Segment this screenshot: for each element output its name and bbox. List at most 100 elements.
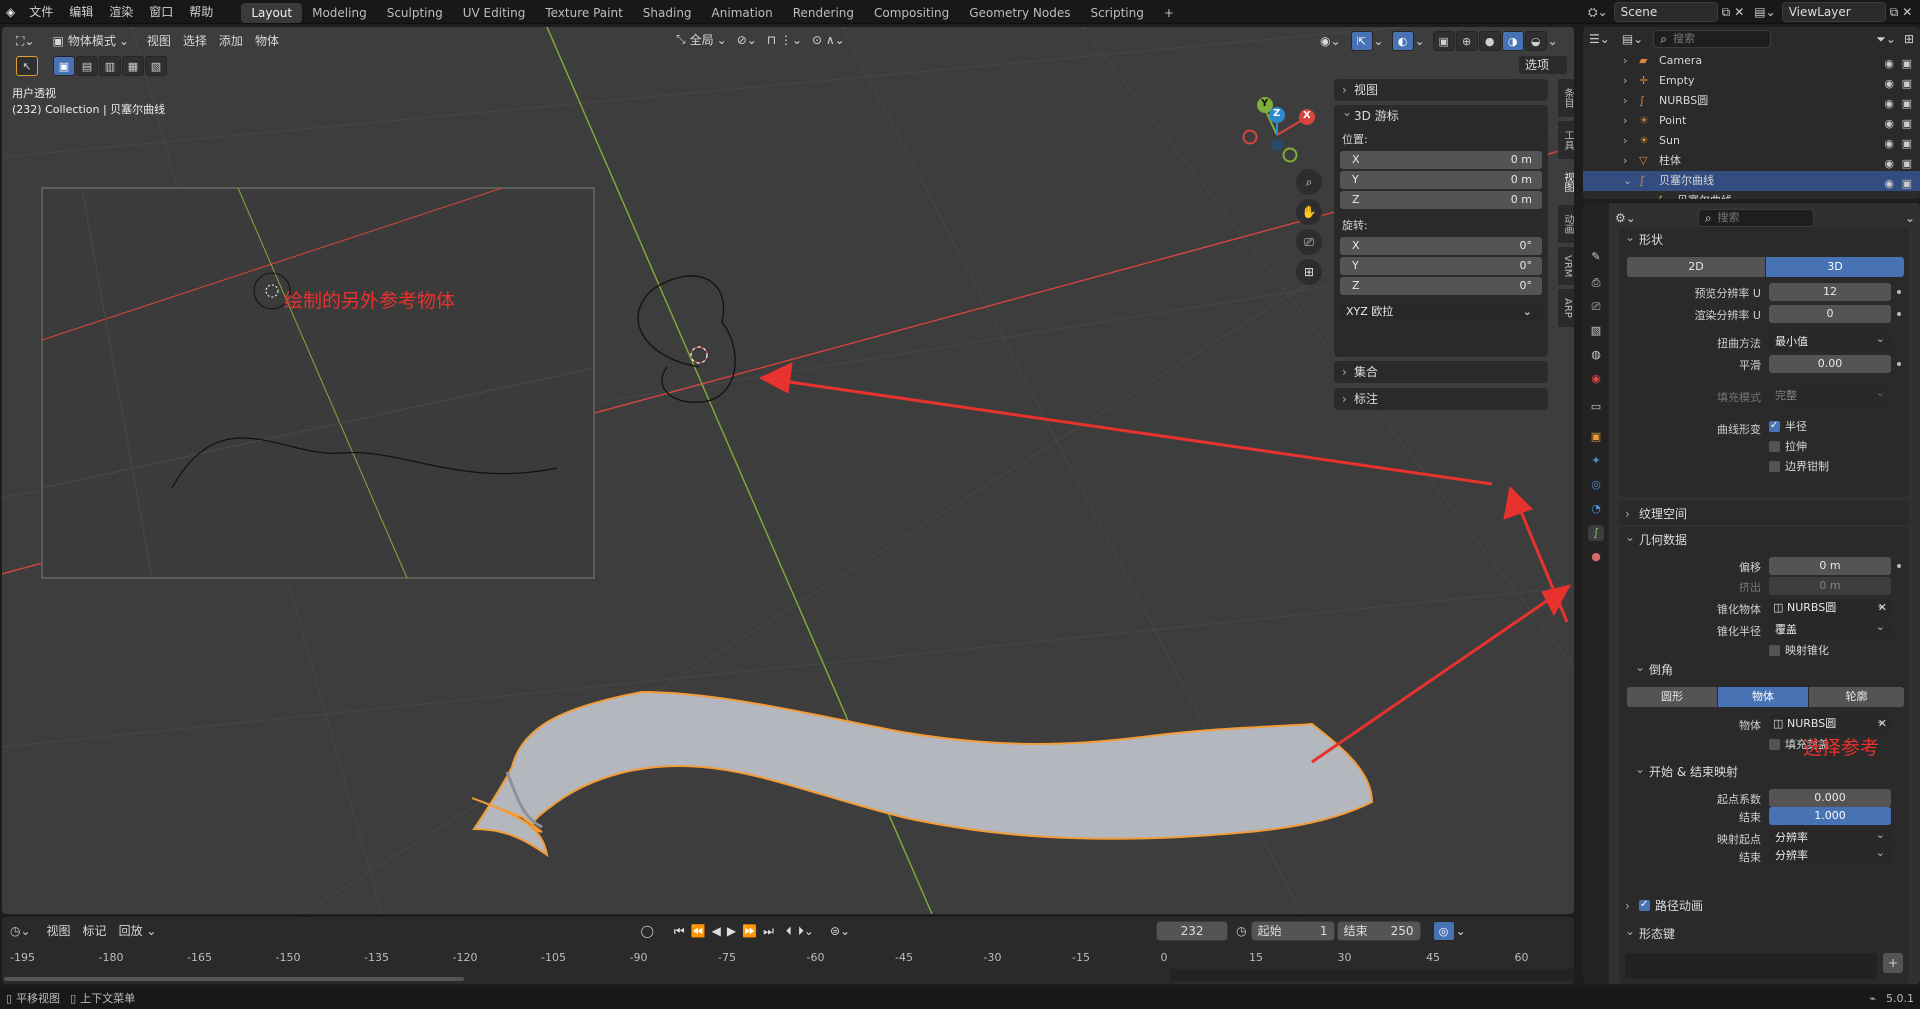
add-shape-key-button[interactable]: + [1883, 953, 1903, 973]
sidebar-collection-header[interactable]: 集合 [1334, 361, 1548, 383]
jump-end-icon[interactable]: ⏭ [763, 924, 774, 939]
render-resolution-field[interactable]: 0 [1769, 305, 1891, 323]
options-dropdown[interactable]: 选项 ⌄ [1518, 55, 1568, 90]
rotation-mode-dropdown[interactable]: XYZ 欧拉 ⌄ [1340, 303, 1542, 321]
stretch-checkbox[interactable]: 拉伸 [1769, 439, 1807, 455]
outliner-row[interactable]: ⌄ ∫ 贝塞尔曲线 ◉ ▣ [1583, 171, 1920, 191]
physics-tab-icon[interactable]: ◔ [1588, 501, 1604, 517]
view-layer-selector[interactable]: ViewLayer [1781, 2, 1886, 22]
viewport-menu-add[interactable]: 添加 [213, 31, 249, 51]
chevron-down-icon[interactable]: ⌄ [1415, 34, 1425, 48]
workspace-tab-modeling[interactable]: Modeling [302, 3, 377, 23]
start-end-mapping-header[interactable]: 开始 & 结束映射 [1629, 756, 1899, 785]
snap-icon[interactable]: ⊓ ⋮⌄ [767, 33, 802, 47]
particles-tab-icon[interactable]: ◎ [1588, 477, 1604, 493]
outliner-row[interactable]: › ▽ 柱体 ◉ ▣ [1583, 151, 1920, 171]
geometry-header[interactable]: 几何数据 [1619, 524, 1909, 553]
ortho-grid-icon[interactable]: ⊞ [1296, 259, 1322, 285]
collection-tab-icon[interactable]: ▭ [1588, 399, 1604, 415]
tool-tab-icon[interactable]: ✎ [1588, 249, 1604, 265]
select-extend-icon[interactable]: ▤ [76, 56, 98, 76]
bevel-header[interactable]: 倒角 [1629, 654, 1899, 683]
scene-selector[interactable]: Scene [1613, 2, 1718, 22]
outliner-row[interactable]: › ☀ Sun ◉ ▣ [1583, 131, 1920, 151]
overlay-toggle[interactable]: ◐ [1391, 31, 1414, 51]
view-layer-tab-icon[interactable]: ▧ [1588, 323, 1604, 339]
outliner-row[interactable]: › ∫ NURBS圆 ◉ ▣ [1583, 91, 1920, 111]
proportional-edit-icon[interactable]: ⊙ ∧⌄ [812, 33, 845, 47]
properties-editor-icon[interactable]: ⚙⌄ [1615, 211, 1636, 225]
offset-field[interactable]: 0 m [1769, 557, 1891, 575]
taper-object-field[interactable]: ◫ NURBS圆 ✕ [1769, 596, 1891, 617]
filter-icon[interactable]: ⏷⌄ [1876, 32, 1896, 47]
sidebar-annotation-section[interactable]: 标注 [1334, 388, 1548, 410]
path-animation-header[interactable]: 路径动画 [1619, 893, 1909, 919]
new-collection-icon[interactable]: ⊞ [1904, 32, 1914, 46]
material-tab-icon[interactable]: ● [1588, 549, 1604, 565]
chevron-down-icon[interactable]: ⌄ [1374, 34, 1384, 48]
new-scene-icon[interactable]: ⧉ [1722, 5, 1731, 20]
curve-data-tab-icon[interactable]: ∫ [1588, 525, 1604, 541]
bounds-clamp-checkbox[interactable]: 边界钳制 [1769, 459, 1829, 475]
gizmo-toggle[interactable]: ⇱ [1350, 31, 1373, 51]
sidebar-tab-tool[interactable]: 工具 [1558, 121, 1574, 159]
cursor-rotation-y[interactable]: Y 0° [1340, 257, 1542, 275]
outliner-row[interactable]: › ☀ Point ◉ ▣ [1583, 111, 1920, 131]
xray-toggle[interactable]: ▣ [1432, 31, 1455, 51]
workspace-tab-scripting[interactable]: Scripting [1080, 3, 1153, 23]
gizmo-z-label[interactable]: Z [1273, 108, 1280, 119]
workspace-tab-rendering[interactable]: Rendering [783, 3, 864, 23]
world-tab-icon[interactable]: ◉ [1588, 371, 1604, 387]
next-keyframe-icon[interactable]: ⏩ [742, 924, 757, 938]
menu-file[interactable]: 文件 [21, 0, 61, 24]
jump-start-icon[interactable]: ⏮ [674, 924, 685, 939]
workspace-tab-animation[interactable]: Animation [702, 3, 783, 23]
3d-viewport[interactable]: X Y Z ⛶⌄ ▣ 物体模式 ⌄ 视图 选择 添加 物体 ⤡ 全局 ⌄ ⊘⌄ … [2, 27, 1574, 914]
clock-icon[interactable]: ◷ [1236, 924, 1246, 938]
camera-view-icon[interactable]: ⎚ [1296, 229, 1322, 255]
select-intersect-icon[interactable]: ▧ [145, 56, 167, 76]
object-tab-icon[interactable]: ▣ [1588, 429, 1604, 445]
pivot-icon[interactable]: ⊘⌄ [737, 33, 757, 47]
record-icon[interactable]: ◯ [640, 924, 653, 938]
clear-icon[interactable]: ✕ [1877, 715, 1887, 733]
clear-icon[interactable]: ✕ [1877, 599, 1887, 617]
timeline-scrollbar[interactable] [4, 977, 464, 981]
keyframe-next-icon[interactable]: ⏵⌄ [798, 924, 814, 939]
sidebar-view-section[interactable]: 视图 [1334, 79, 1548, 101]
menu-window[interactable]: 窗口 [141, 0, 181, 24]
map-end-dropdown[interactable]: 分辨率 [1769, 844, 1891, 865]
outliner-row[interactable]: › ▰ Camera ◉ ▣ [1583, 51, 1920, 71]
mode-selector[interactable]: ▣ 物体模式 ⌄ [46, 31, 134, 51]
outliner-search-input[interactable]: ⌕ 搜索 [1653, 30, 1772, 48]
viewport-menu-view[interactable]: 视图 [141, 31, 177, 51]
texture-space-section[interactable]: 纹理空间 [1619, 501, 1909, 527]
chevron-down-icon[interactable]: ⌄ [1905, 211, 1915, 225]
properties-search-input[interactable]: ⌕ 搜索 [1697, 209, 1814, 227]
delete-scene-icon[interactable]: ✕ [1734, 5, 1744, 19]
keyframe-prev-icon[interactable]: ⏴ [786, 924, 792, 939]
bevel-profile-button[interactable]: 轮廓 [1809, 687, 1904, 707]
zoom-icon[interactable]: ⌕ [1296, 169, 1322, 195]
delete-view-layer-icon[interactable]: ✕ [1902, 5, 1912, 19]
shape-header[interactable]: 形状 [1619, 224, 1909, 253]
sidebar-tab-animation[interactable]: 动画 [1558, 205, 1574, 243]
workspace-tab-compositing[interactable]: Compositing [864, 3, 959, 23]
workspace-tab-texture-paint[interactable]: Texture Paint [535, 3, 632, 23]
bevel-object-field[interactable]: ◫ NURBS圆 ✕ [1769, 712, 1891, 733]
sidebar-view-header[interactable]: 视图 [1334, 79, 1548, 101]
new-view-layer-icon[interactable]: ⧉ [1890, 5, 1899, 20]
chevron-right-icon[interactable]: › [1623, 71, 1627, 91]
visibility-icon[interactable]: ◉⌄ [1320, 34, 1341, 48]
editor-type-icon[interactable]: ⛶⌄ [10, 31, 40, 51]
chevron-right-icon[interactable]: › [1623, 51, 1627, 71]
outliner-row[interactable]: › ✛ Empty ◉ ▣ [1583, 71, 1920, 91]
blender-logo-icon[interactable]: ◈ [0, 0, 21, 24]
wireframe-shading-button[interactable]: ⊕ [1455, 31, 1478, 51]
playback-dropdown[interactable]: 回放 ⌄ [113, 921, 163, 941]
bevel-object-button[interactable]: 物体 [1718, 687, 1808, 707]
current-frame-field[interactable]: 232 [1156, 921, 1229, 941]
timeline-editor-icon[interactable]: ◷⌄ [10, 924, 31, 938]
sidebar-collection-section[interactable]: 集合 [1334, 361, 1548, 383]
workspace-tab-geometry-nodes[interactable]: Geometry Nodes [959, 3, 1080, 23]
